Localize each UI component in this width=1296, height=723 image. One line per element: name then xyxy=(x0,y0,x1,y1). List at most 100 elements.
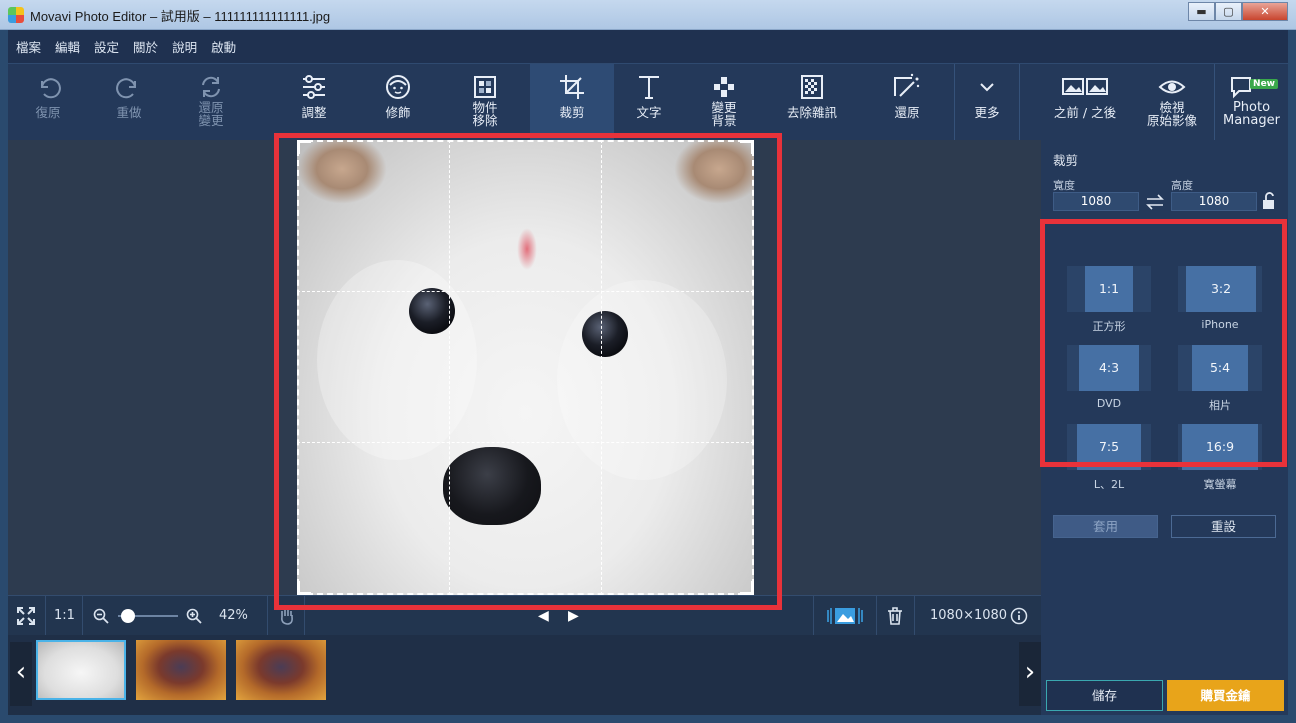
status-divider xyxy=(267,596,268,636)
retouch-label: 修飾 xyxy=(385,105,411,120)
toolbar: 復原 重做 還原 變更 調整 修飾 物件 移除 裁剪 文字 變更 背景 去除雜訊… xyxy=(8,63,1288,141)
change-background-label-line2: 背景 xyxy=(711,113,737,128)
window-title: Movavi Photo Editor – 試用版 – 111111111111… xyxy=(30,9,331,24)
slideshow-icon[interactable] xyxy=(826,605,864,627)
text-label: 文字 xyxy=(636,105,662,120)
eye-icon xyxy=(1158,80,1186,94)
height-input[interactable]: 1080 xyxy=(1171,192,1257,211)
ratio-16-9-label: 寬螢幕 xyxy=(1203,478,1237,491)
width-input[interactable]: 1080 xyxy=(1053,192,1139,211)
retouch-button[interactable]: 修飾 xyxy=(356,64,440,141)
before-after-label: 之前 / 之後 xyxy=(1053,105,1117,120)
zoom-in-icon[interactable] xyxy=(186,608,202,624)
crop-button[interactable]: 裁剪 xyxy=(530,64,614,141)
before-after-icon xyxy=(1062,78,1108,95)
background-icon xyxy=(714,77,734,97)
menu-settings[interactable]: 設定 xyxy=(94,37,119,56)
object-removal-button[interactable]: 物件 移除 xyxy=(440,64,530,141)
thumbnail[interactable] xyxy=(136,640,226,700)
maximize-button[interactable]: ▢ xyxy=(1215,2,1242,21)
zoom-1to1-button[interactable]: 1:1 xyxy=(54,596,75,636)
height-label: 高度 xyxy=(1171,179,1193,192)
photo-manager-button[interactable]: New Photo Manager xyxy=(1215,64,1288,141)
new-badge: New xyxy=(1250,79,1278,89)
toolbar-divider xyxy=(1019,64,1020,141)
denoise-label: 去除雜訊 xyxy=(786,105,837,120)
more-label: 更多 xyxy=(974,105,1000,120)
more-button[interactable]: 更多 xyxy=(955,64,1019,141)
photo-manager-label: Photo Manager xyxy=(1215,101,1288,127)
menu-help[interactable]: 說明 xyxy=(172,37,197,56)
window-controls: ▬ ▢ ✕ xyxy=(1188,2,1288,22)
zoom-percent: 42% xyxy=(219,608,248,623)
buy-key-button[interactable]: 購買金鑰 xyxy=(1167,680,1284,711)
minimize-button[interactable]: ▬ xyxy=(1188,2,1215,21)
zoom-slider[interactable] xyxy=(118,609,178,623)
adjust-button[interactable]: 調整 xyxy=(272,64,356,141)
crop-icon xyxy=(560,75,584,99)
zoom-out-icon[interactable] xyxy=(93,608,109,624)
text-button[interactable]: 文字 xyxy=(614,64,684,141)
title-bar: Movavi Photo Editor – 試用版 – 111111111111… xyxy=(0,0,1296,30)
unlock-icon[interactable] xyxy=(1261,192,1277,210)
fit-screen-icon[interactable] xyxy=(16,606,36,626)
redo-label: 重做 xyxy=(116,105,142,120)
refresh-icon xyxy=(202,76,220,98)
menu-file[interactable]: 檔案 xyxy=(16,37,41,56)
status-divider xyxy=(813,596,814,636)
reset-button[interactable]: 重設 xyxy=(1171,515,1276,538)
filmstrip-prev-icon[interactable]: ‹ xyxy=(10,642,32,706)
status-divider xyxy=(82,596,83,636)
filmstrip: ‹ › xyxy=(8,635,1041,715)
close-button[interactable]: ✕ xyxy=(1242,2,1288,21)
undo-button[interactable]: 復原 xyxy=(8,64,88,141)
face-icon xyxy=(386,75,410,99)
object-removal-label: 物件 移除 xyxy=(440,101,530,127)
save-button[interactable]: 儲存 xyxy=(1046,680,1163,711)
magic-wand-icon xyxy=(894,73,920,97)
chevron-down-icon xyxy=(980,83,994,92)
view-original-label-line2: 原始影像 xyxy=(1146,113,1197,128)
view-original-label: 檢視 原始影像 xyxy=(1132,101,1212,127)
text-icon xyxy=(639,76,659,99)
ratio-7-5-label: L、2L xyxy=(1093,478,1125,491)
menu-about[interactable]: 關於 xyxy=(133,37,158,56)
zoom-slider-knob[interactable] xyxy=(121,609,135,623)
restore-photo-button[interactable]: 還原 xyxy=(860,64,954,141)
trash-icon[interactable] xyxy=(887,607,903,625)
change-background-label: 變更 背景 xyxy=(684,101,764,127)
restore-changes-button[interactable]: 還原 變更 xyxy=(170,64,252,141)
thumbnail[interactable] xyxy=(236,640,326,700)
restore-photo-label: 還原 xyxy=(894,105,920,120)
ratio-presets-highlight xyxy=(1040,219,1287,467)
swap-icon[interactable] xyxy=(1145,193,1165,211)
info-icon[interactable] xyxy=(1010,607,1028,625)
before-after-button[interactable]: 之前 / 之後 xyxy=(1038,64,1132,141)
width-label: 寬度 xyxy=(1053,179,1075,192)
undo-label: 復原 xyxy=(35,105,61,120)
redo-button[interactable]: 重做 xyxy=(88,64,170,141)
thumbnail-selected[interactable] xyxy=(36,640,126,700)
denoise-button[interactable]: 去除雜訊 xyxy=(764,64,860,141)
filmstrip-next-icon[interactable]: › xyxy=(1019,642,1041,706)
noise-icon xyxy=(801,75,823,99)
app-logo-icon xyxy=(8,7,24,23)
adjust-label: 調整 xyxy=(301,105,327,120)
menu-activate[interactable]: 啟動 xyxy=(211,37,236,56)
crop-area-highlight xyxy=(274,133,782,610)
redo-icon xyxy=(116,78,136,99)
menu-edit[interactable]: 編輯 xyxy=(55,37,80,56)
restore-changes-label: 還原 變更 xyxy=(170,101,252,127)
view-original-button[interactable]: 檢視 原始影像 xyxy=(1132,64,1212,141)
apply-button[interactable]: 套用 xyxy=(1053,515,1158,538)
object-removal-label-line2: 移除 xyxy=(472,113,498,128)
restore-changes-label-line2: 變更 xyxy=(198,113,224,128)
undo-icon xyxy=(41,78,61,99)
sliders-icon xyxy=(303,75,325,99)
status-divider xyxy=(45,596,46,636)
change-background-button[interactable]: 變更 背景 xyxy=(684,64,764,141)
panel-title: 裁剪 xyxy=(1053,153,1079,168)
crop-label: 裁剪 xyxy=(559,105,585,120)
status-divider xyxy=(914,596,915,636)
menu-bar: 檔案 編輯 設定 關於 說明 啟動 xyxy=(8,30,1288,63)
